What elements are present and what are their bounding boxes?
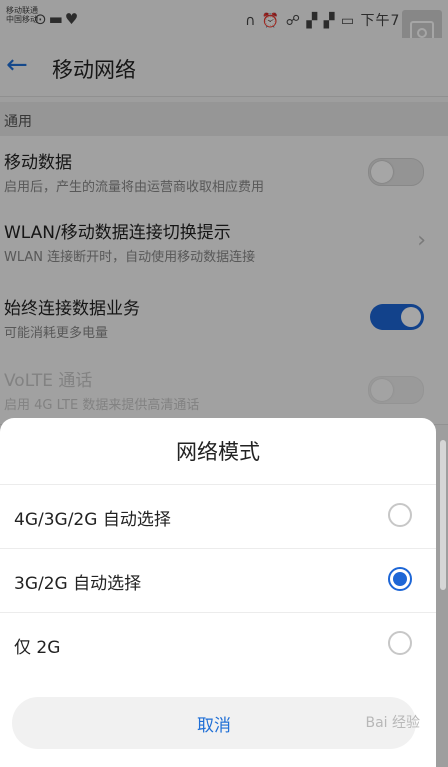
- option-label: 3G/2G 自动选择: [14, 574, 142, 594]
- scrollbar[interactable]: [440, 440, 446, 590]
- watermark: Bai 经验: [365, 715, 420, 731]
- option-2g-only[interactable]: 仅 2G: [0, 612, 436, 677]
- cancel-button[interactable]: 取消: [12, 697, 416, 749]
- option-label: 仅 2G: [14, 638, 61, 658]
- radio-button-selected[interactable]: [388, 567, 412, 591]
- dialog-title: 网络模式: [176, 440, 260, 464]
- radio-button[interactable]: [388, 503, 412, 527]
- option-label: 4G/3G/2G 自动选择: [14, 510, 171, 530]
- option-4g-3g-2g[interactable]: 4G/3G/2G 自动选择: [0, 484, 436, 549]
- radio-button[interactable]: [388, 631, 412, 655]
- option-3g-2g[interactable]: 3G/2G 自动选择: [0, 548, 436, 613]
